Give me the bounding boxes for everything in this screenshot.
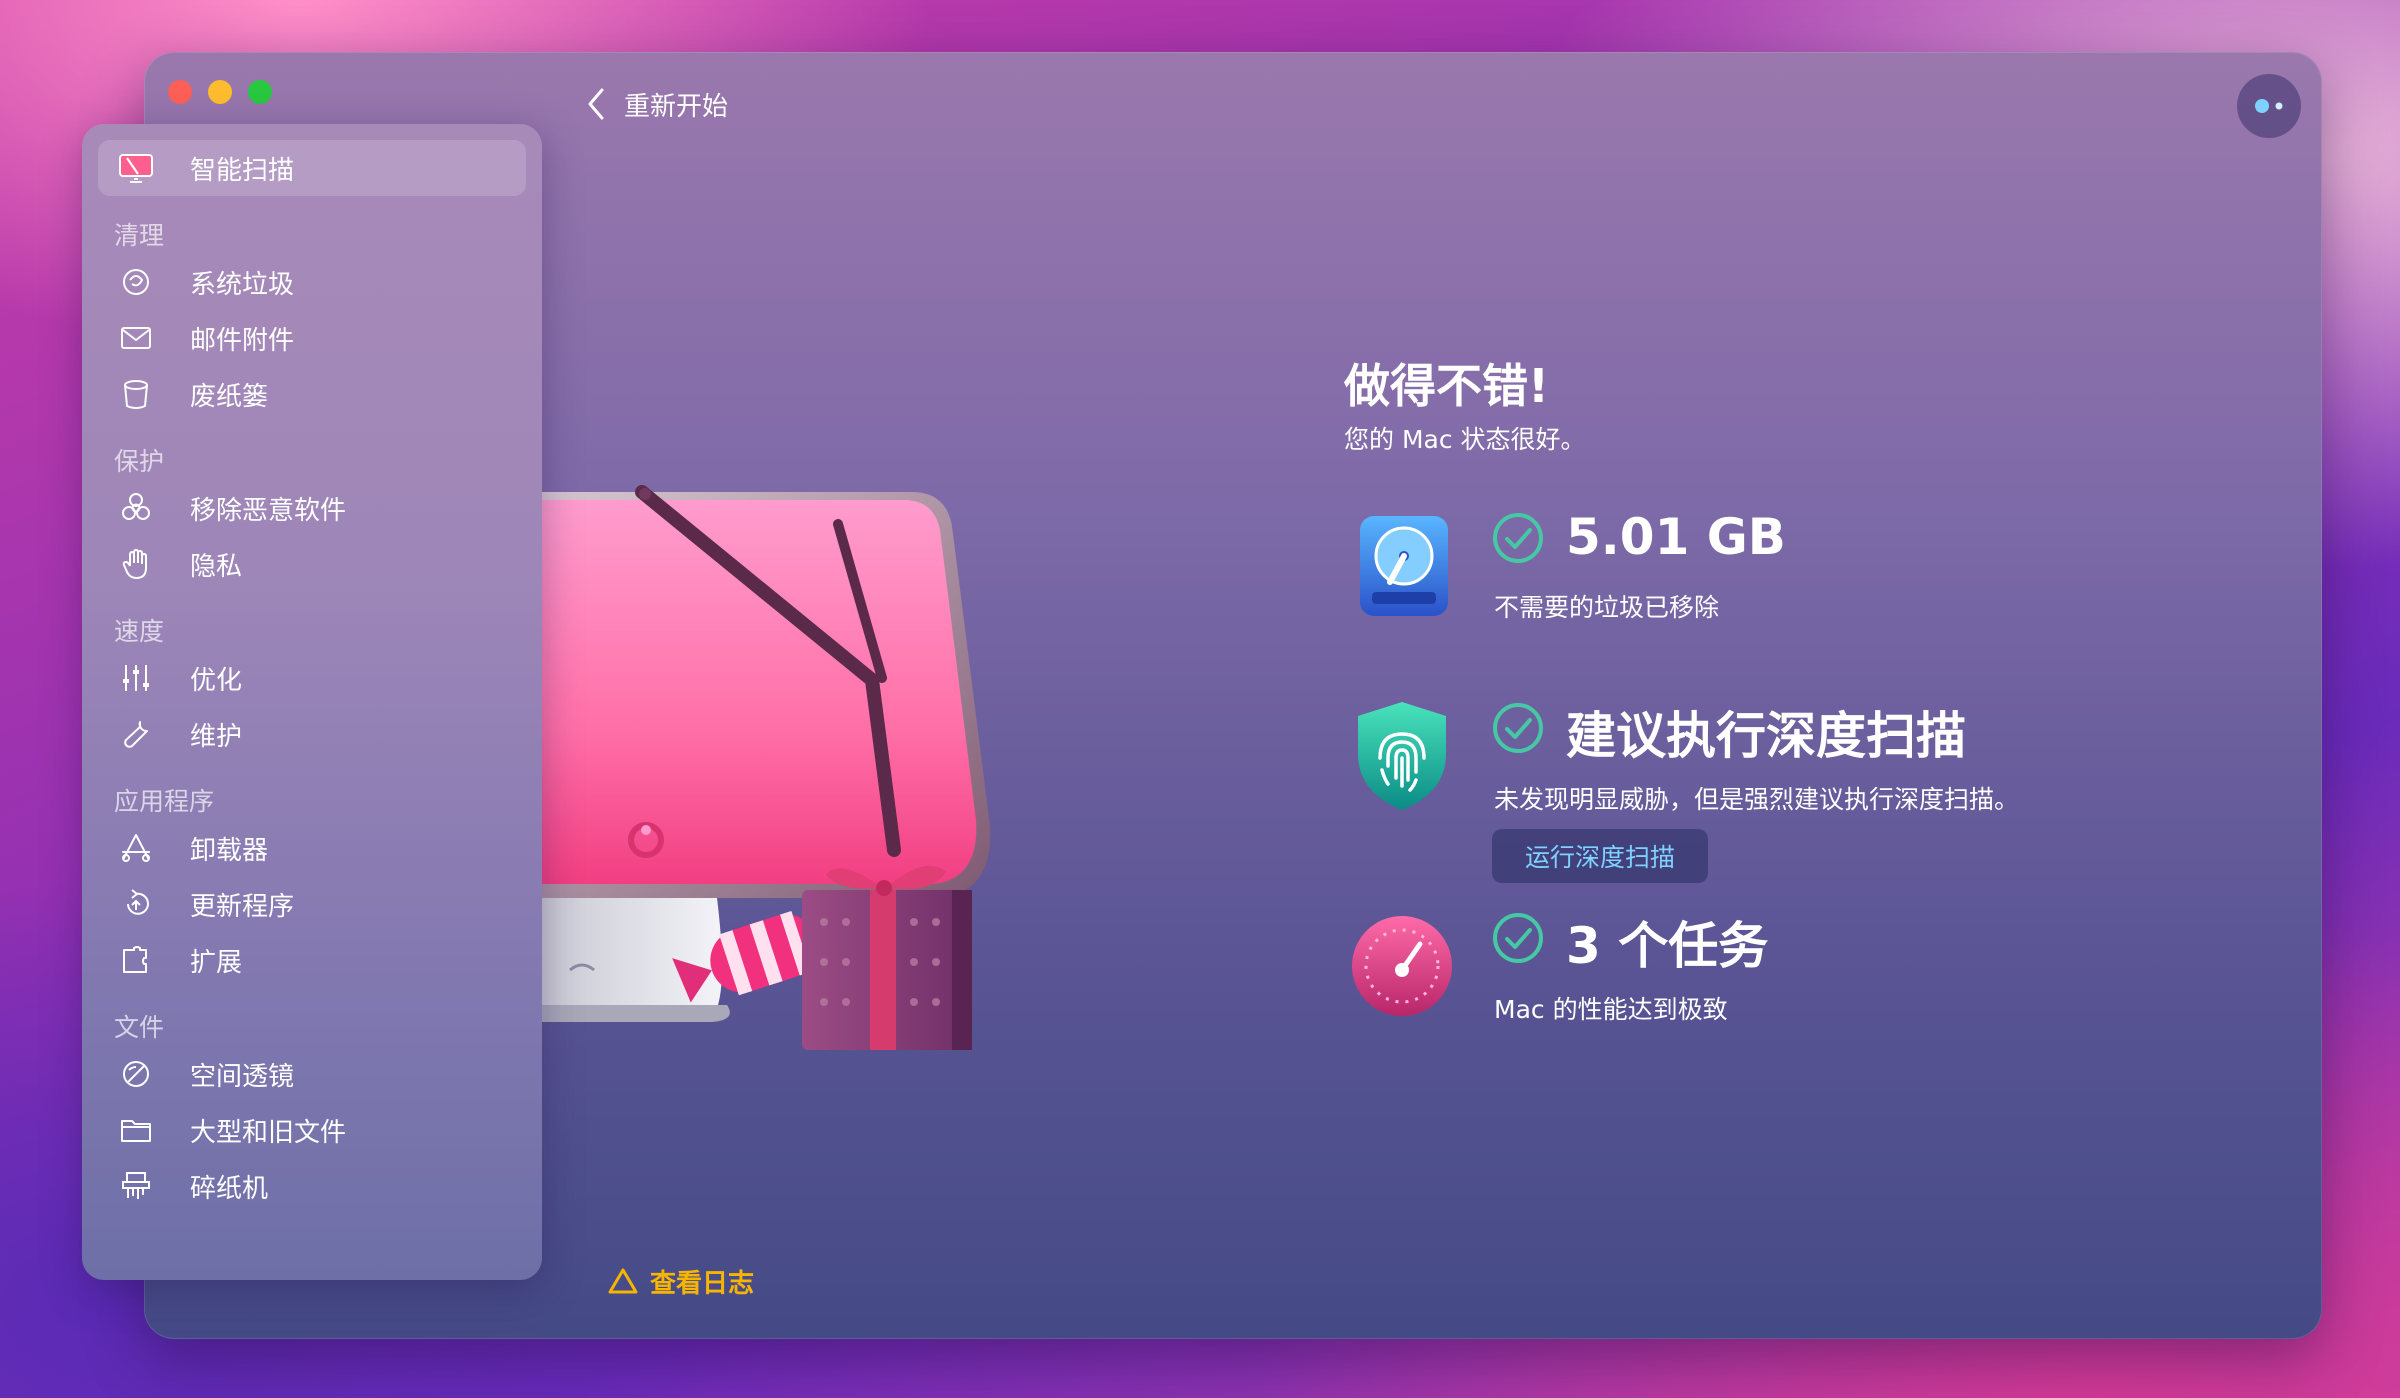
sidebar-item-label: 邮件附件 [190,325,295,356]
sidebar-item-label: 更新程序 [190,891,295,922]
section-title-speed: 速度 [114,617,165,646]
sidebar-item-large-old-files[interactable]: 大型和旧文件 [98,1102,526,1158]
sidebar-item-shredder[interactable]: 碎纸机 [98,1158,526,1214]
sidebar-item-label: 隐私 [190,551,243,582]
deep-scan-recommendation: 建议执行深度扫描 [1566,707,1966,765]
start-over-button[interactable]: 重新开始 [586,84,728,124]
sidebar-item-space-lens[interactable]: 空间透镜 [98,1046,526,1102]
sidebar-item-label: 废纸篓 [190,381,269,412]
sidebar-item-privacy[interactable]: 隐私 [98,536,526,592]
chevron-left-icon [588,88,604,120]
assistant-button[interactable] [2237,74,2301,138]
sidebar-item-label: 优化 [190,665,243,696]
shredder-icon [118,1168,154,1204]
sidebar-item-label: 碎纸机 [190,1173,269,1204]
sidebar-item-uninstaller[interactable]: 卸载器 [98,820,526,876]
sidebar-item-trash[interactable]: 废纸篓 [98,366,526,422]
sidebar-item-label: 系统垃圾 [190,269,295,300]
deep-scan-desc: 未发现明显威胁，但是强烈建议执行深度扫描。 [1494,785,2020,814]
view-log-link[interactable]: 查看日志 [608,1262,754,1300]
sidebar-item-optimization[interactable]: 优化 [98,650,526,706]
junk-removed-value: 5.01 GB [1566,508,1786,566]
close-window-button[interactable] [168,80,192,104]
uninstaller-icon [118,830,154,866]
warning-triangle-icon [608,1268,638,1294]
section-title-cleanup: 清理 [114,221,165,250]
sidebar-item-malware-removal[interactable]: 移除恶意软件 [98,480,526,536]
sidebar-item-system-junk[interactable]: 系统垃圾 [98,254,526,310]
sidebar-item-label: 卸载器 [190,835,269,866]
sidebar-item-label: 移除恶意软件 [190,495,347,526]
run-deep-scan-button[interactable]: 运行深度扫描 [1492,829,1708,883]
hard-drive-icon [1352,512,1456,620]
tasks-value: 3 个任务 [1566,917,1769,975]
biohazard-icon [118,490,154,526]
tasks-desc: Mac 的性能达到极致 [1494,995,1728,1024]
hand-icon [118,546,154,582]
speedometer-icon [1350,914,1454,1022]
wrench-icon [118,716,154,752]
space-lens-icon [118,1056,154,1092]
fingerprint-shield-icon [1350,700,1454,810]
smart-scan-icon [118,150,154,186]
check-circle-icon [1492,512,1544,564]
sidebar-item-extensions[interactable]: 扩展 [98,932,526,988]
mail-icon [118,320,154,356]
sidebar-item-label: 空间透镜 [190,1061,295,1092]
sidebar-item-mail-attachments[interactable]: 邮件附件 [98,310,526,366]
check-circle-icon [1492,912,1544,964]
start-over-label: 重新开始 [624,91,729,122]
page-subtitle: 您的 Mac 状态很好。 [1344,425,1586,454]
section-title-protection: 保护 [114,447,165,476]
check-circle-icon [1492,702,1544,754]
trash-icon [118,376,154,412]
updater-icon [118,886,154,922]
sidebar-item-label: 维护 [190,721,243,752]
sidebar-item-maintenance[interactable]: 维护 [98,706,526,762]
hero-illustration [542,470,1002,1050]
sidebar-item-label: 大型和旧文件 [190,1117,347,1148]
page-title: 做得不错! [1344,359,1549,413]
system-junk-icon [118,264,154,300]
sidebar-item-label: 智能扫描 [190,155,295,186]
sidebar-item-label: 扩展 [190,947,243,978]
zoom-window-button[interactable] [248,80,272,104]
section-title-applications: 应用程序 [114,787,215,816]
folder-icon [118,1112,154,1148]
sidebar-item-smart-scan[interactable]: 智能扫描 [98,140,526,196]
junk-removed-desc: 不需要的垃圾已移除 [1494,593,1720,622]
section-title-files: 文件 [114,1013,165,1042]
assistant-icon [2255,99,2283,113]
minimize-window-button[interactable] [208,80,232,104]
sidebar-item-updater[interactable]: 更新程序 [98,876,526,932]
sidebar: 智能扫描 清理 系统垃圾 邮件附件 废纸篓 保护 移除恶意软件 隐私 速度 优化… [82,124,542,1280]
sliders-icon [118,660,154,696]
extensions-icon [118,942,154,978]
view-log-label: 查看日志 [650,1268,755,1299]
